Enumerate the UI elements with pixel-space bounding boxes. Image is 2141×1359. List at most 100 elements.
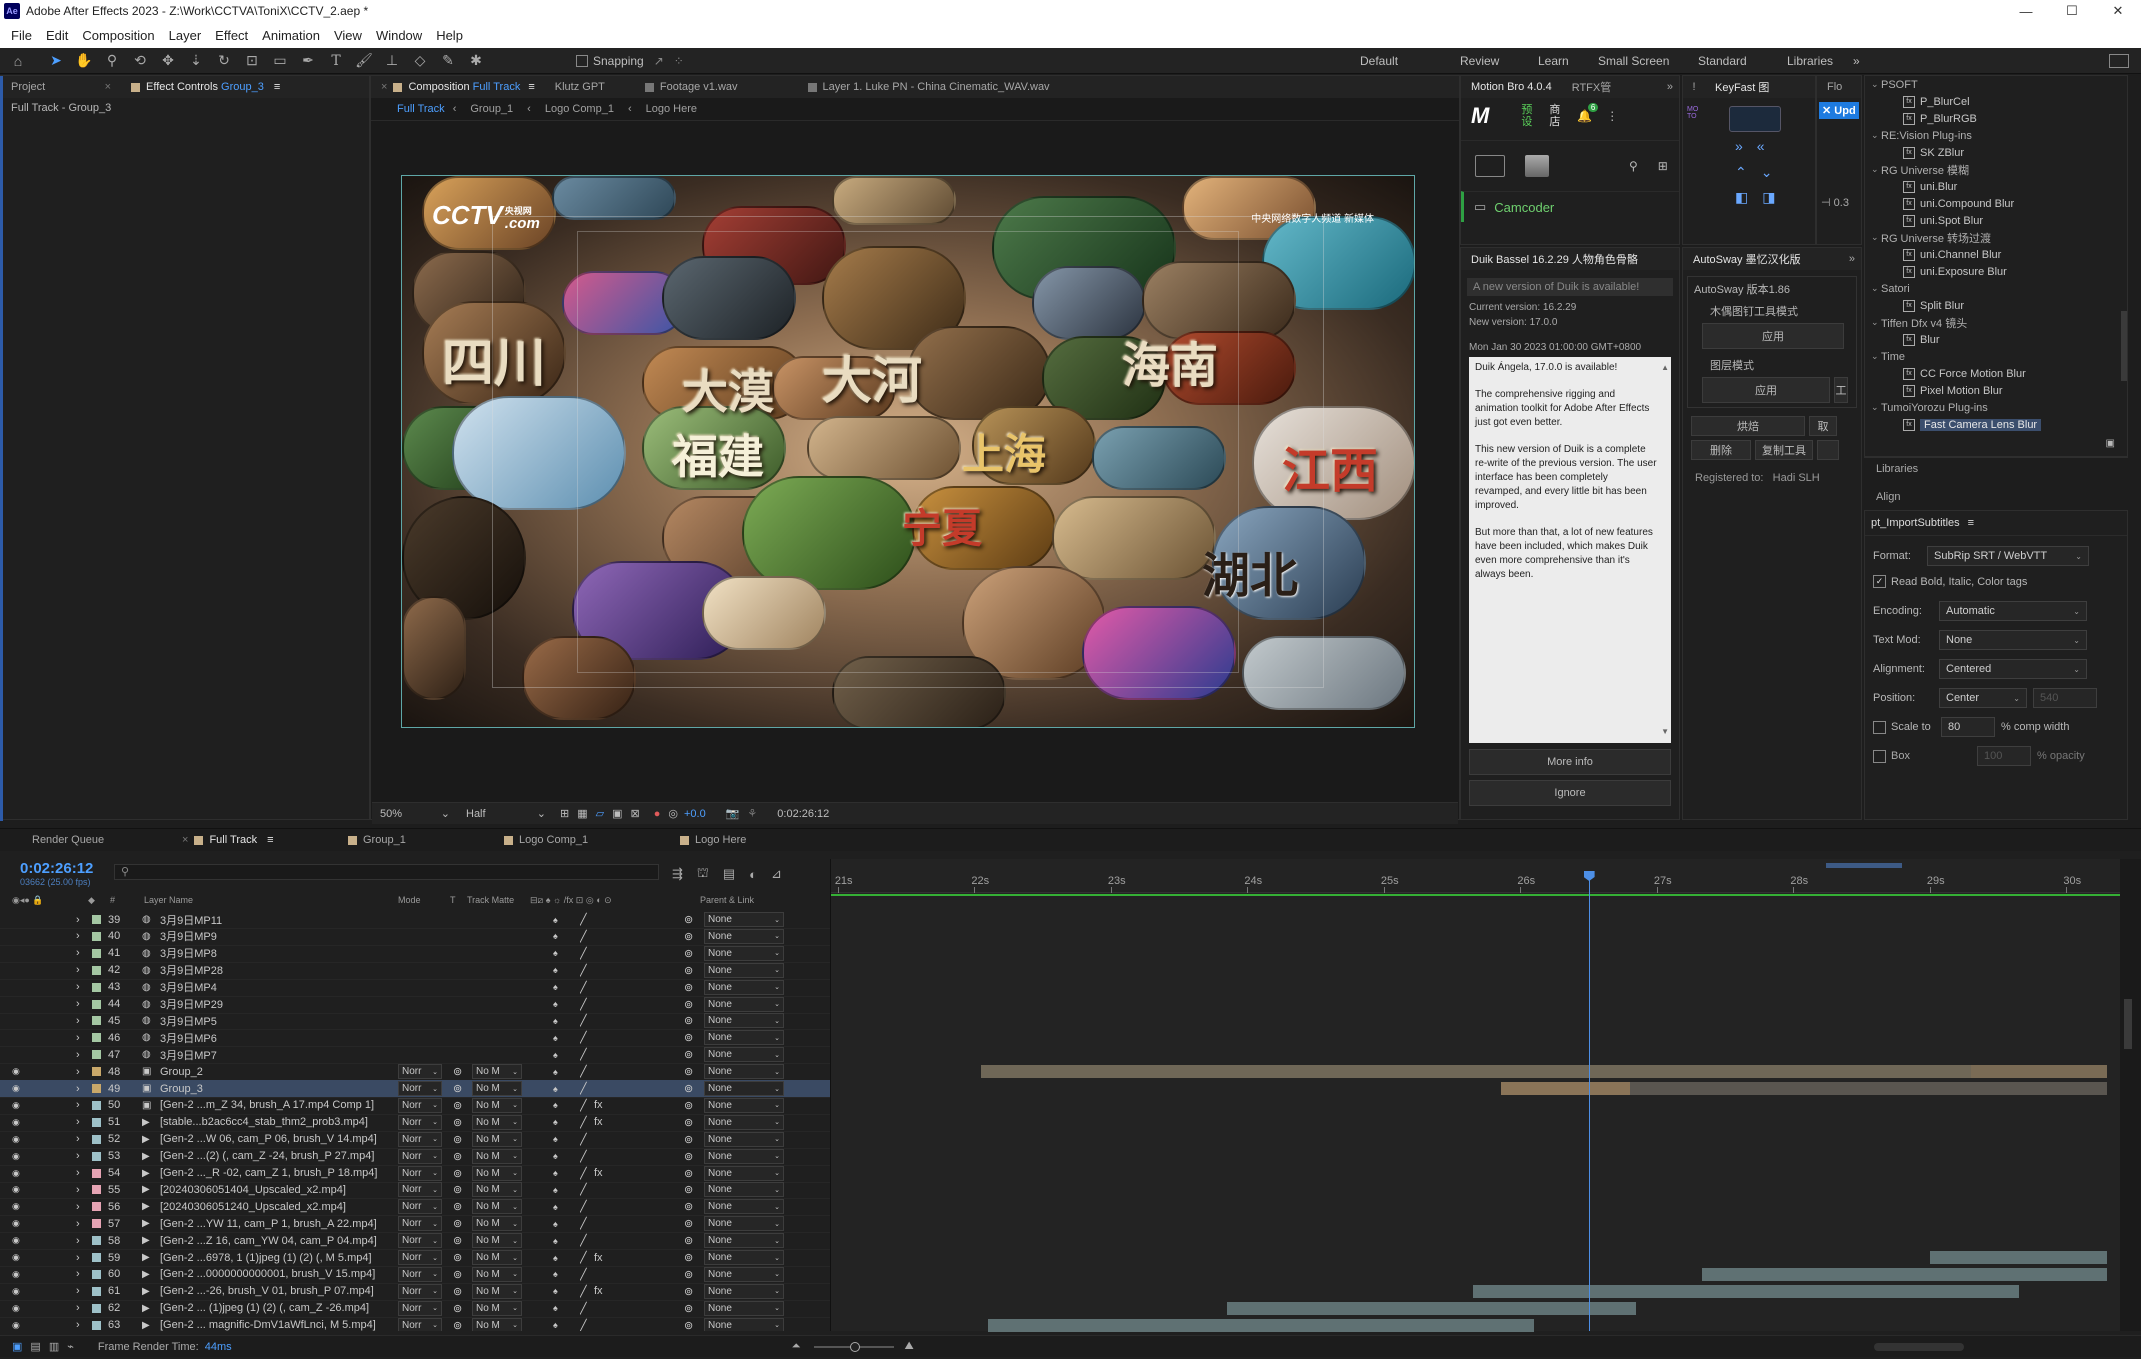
minimize-button[interactable]: — (2003, 0, 2049, 22)
nav-full-track[interactable]: Full Track (389, 103, 453, 115)
visibility-toggle-icon[interactable]: ◉ (12, 1097, 24, 1114)
label-color-swatch[interactable] (92, 1131, 102, 1148)
label-color-swatch[interactable] (92, 1198, 102, 1215)
visibility-toggle-icon[interactable]: ◉ (12, 1198, 24, 1215)
format-dropdown[interactable]: SubRip SRT / WebVTT ⌄ (1927, 546, 2089, 566)
effect-category[interactable]: ⌄ Tiffen Dfx v4 镜头 (1871, 314, 2127, 331)
panel-menu-icon[interactable]: ≡ (274, 81, 280, 93)
close-button[interactable]: ✕ (2095, 0, 2141, 22)
menu-layer[interactable]: Layer (169, 28, 202, 43)
parent-pickwhip-icon[interactable]: ⊚ (684, 1300, 696, 1317)
quality-switch-icon[interactable]: ╱ (580, 1063, 594, 1080)
extra-button[interactable] (1817, 440, 1839, 460)
shy-switch-icon[interactable]: ♠ (553, 1097, 567, 1114)
visibility-toggle-icon[interactable]: ◉ (12, 1131, 24, 1148)
blend-mode-dropdown[interactable]: Norr ⌄ (398, 1181, 442, 1198)
visibility-toggle-icon[interactable] (12, 1029, 24, 1046)
workspace-standard[interactable]: Standard (1698, 54, 1787, 68)
effect-category[interactable]: ⌄ RG Universe 转场过渡 (1871, 229, 2127, 246)
layer-name[interactable]: [Gen-2 ...m_Z 34, brush_A 17.mp4 Comp 1] (160, 1097, 390, 1114)
track-matte-dropdown[interactable]: No M ⌄ (472, 1317, 522, 1331)
parent-pickwhip-icon[interactable]: ⊚ (684, 911, 696, 928)
layer-name[interactable]: 3月9日MP8 (160, 945, 390, 962)
parent-pickwhip-icon[interactable]: ⊚ (684, 1046, 696, 1063)
menu-effect[interactable]: Effect (215, 28, 248, 43)
motion-tools-icon[interactable]: MO TO (1687, 106, 1705, 120)
label-color-swatch[interactable] (92, 1063, 102, 1080)
layer-row[interactable]: › 42 ◍ 3月9日MP28 ♠ ╱ ⊚ None ⌄ (0, 962, 830, 980)
anchor-tool-icon[interactable]: ⊡ (242, 51, 262, 71)
menu-window[interactable]: Window (376, 28, 422, 43)
box-opacity-field[interactable]: 100 (1977, 746, 2031, 766)
quality-switch-icon[interactable]: ╱ (580, 1148, 594, 1165)
layer-row[interactable]: ◉ › 62 ▶ [Gen-2 ... (1)jpeg (1) (2) (, cam_Z… (0, 1300, 830, 1318)
parent-pickwhip-icon[interactable]: ⊚ (684, 979, 696, 996)
effect-item[interactable]: fx P_BlurCel (1871, 93, 2127, 110)
release-notes-box[interactable]: Duik Ángela, 17.0.0 is available! The co… (1469, 357, 1671, 743)
playhead[interactable] (1583, 871, 1595, 1331)
shy-switch-icon[interactable]: ♠ (553, 1165, 567, 1182)
parent-dropdown[interactable]: None ⌄ (704, 1198, 784, 1215)
shy-switch-icon[interactable]: ♠ (553, 1046, 567, 1063)
effect-switch-icon[interactable]: fx (594, 1097, 608, 1114)
chevron-down-icon[interactable]: ⌄ (1871, 283, 1881, 294)
expand-layer-icon[interactable]: › (76, 962, 86, 979)
visibility-toggle-icon[interactable]: ◉ (12, 1317, 24, 1331)
effect-item[interactable]: fx Blur (1871, 331, 2127, 348)
label-color-swatch[interactable] (92, 1215, 102, 1232)
snap-options-icon[interactable]: ⁘ (674, 54, 684, 68)
visibility-toggle-icon[interactable]: ◉ (12, 1148, 24, 1165)
nav-logo-comp-1[interactable]: Logo Comp_1 (531, 103, 628, 115)
blend-mode-dropdown[interactable]: Norr ⌄ (398, 1266, 442, 1283)
maximize-button[interactable]: ☐ (2049, 0, 2095, 22)
workspace-libraries[interactable]: Libraries (1787, 54, 1847, 68)
box-checkbox[interactable] (1873, 749, 1886, 763)
blend-mode-dropdown[interactable]: Norr ⌄ (398, 1232, 442, 1249)
visibility-toggle-icon[interactable] (12, 962, 24, 979)
snapping-toggle[interactable]: Snapping ↗ ⁘ (576, 54, 684, 68)
effects-scrollbar[interactable] (2121, 311, 2127, 381)
parent-pickwhip-icon[interactable]: ⊚ (684, 1181, 696, 1198)
effect-switch-icon[interactable]: fx (594, 1114, 608, 1131)
copy-tool-button[interactable]: 复制工具 (1755, 440, 1813, 460)
expand-layer-icon[interactable]: › (76, 1148, 86, 1165)
parent-dropdown[interactable]: None ⌄ (704, 1283, 784, 1300)
menu-view[interactable]: View (334, 28, 362, 43)
dolly-camera-icon[interactable]: ⇣ (186, 51, 206, 71)
layer-row[interactable]: ◉ › 61 ▶ [Gen-2 ...-26, brush_V 01, brush_P … (0, 1283, 830, 1301)
expand-layer-icon[interactable]: › (76, 1046, 86, 1063)
track-matte-link-icon[interactable]: ⊚ (453, 1215, 467, 1232)
clone-stamp-icon[interactable]: ⊥ (382, 51, 402, 71)
track-matte-dropdown[interactable]: No M ⌄ (472, 1249, 522, 1266)
layer-name[interactable]: [Gen-2 ...0000000000001, brush_V 15.mp4] (160, 1266, 390, 1283)
effect-category[interactable]: ⌄ RG Universe 模糊 (1871, 161, 2127, 178)
layer-name[interactable]: 3月9日MP9 (160, 928, 390, 945)
toggle-stretch-icon[interactable]: ⌁ (67, 1340, 74, 1353)
layer-duration-bar[interactable] (1970, 1065, 2108, 1079)
layer-name[interactable]: [Gen-2 ...Z 16, cam_YW 04, cam_P 04.mp4] (160, 1232, 390, 1249)
layer-duration-bar[interactable] (981, 1065, 1971, 1079)
layer-name[interactable]: 3月9日MP29 (160, 996, 390, 1013)
track-matte-dropdown[interactable]: No M ⌄ (472, 1063, 522, 1080)
visibility-toggle-icon[interactable] (12, 996, 24, 1013)
track-matte-link-icon[interactable]: ⊚ (453, 1232, 467, 1249)
effect-category[interactable]: ⌄ RE:Vision Plug-ins (1871, 127, 2127, 144)
quality-switch-icon[interactable]: ╱ (580, 1080, 594, 1097)
orbit-camera-icon[interactable]: ⟲ (130, 51, 150, 71)
effect-category[interactable]: ⌄ Time (1871, 348, 2127, 365)
layer-name-header[interactable]: Layer Name (144, 895, 193, 905)
layer-duration-bar[interactable] (1472, 1284, 2019, 1298)
track-matte-link-icon[interactable]: ⊚ (453, 1249, 467, 1266)
layer-name[interactable]: 3月9日MP5 (160, 1012, 390, 1029)
quality-switch-icon[interactable]: ╱ (580, 1317, 594, 1331)
blend-mode-dropdown[interactable]: Norr ⌄ (398, 1114, 442, 1131)
blend-mode-dropdown[interactable]: Norr ⌄ (398, 1148, 442, 1165)
label-color-swatch[interactable] (92, 1046, 102, 1063)
tab-autosway[interactable]: AutoSway 墨忆汉化版 (1683, 248, 1811, 270)
expand-layer-icon[interactable]: › (76, 1232, 86, 1249)
effect-item[interactable]: fx Pixel Motion Blur (1871, 382, 2127, 399)
region-of-interest-icon[interactable]: ⊞ (560, 807, 569, 820)
visibility-toggle-icon[interactable] (12, 1046, 24, 1063)
shy-switch-icon[interactable]: ♠ (553, 1080, 567, 1097)
menu-animation[interactable]: Animation (262, 28, 320, 43)
